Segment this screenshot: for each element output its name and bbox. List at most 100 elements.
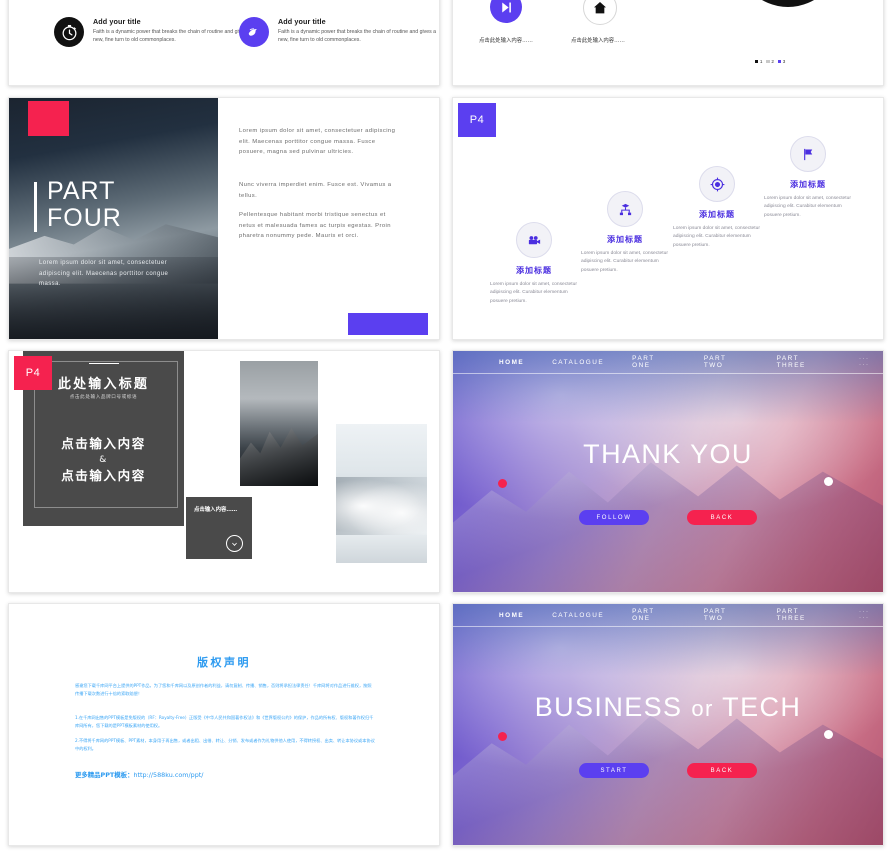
step-item[interactable]: 添加标题 Lorem ipsum dolor sit amet, consect… — [577, 191, 673, 275]
copyright-paragraph: 感谢您下载千库网平台上提供的PPT作品，为了您和千库网以及原创作者的利益，请勿复… — [75, 683, 372, 697]
slide-icon-blurbs[interactable]: Add your title Faith is a dynamic power … — [8, 0, 440, 86]
step-item[interactable]: 添加标题 Lorem ipsum dolor sit amet, consect… — [669, 166, 765, 250]
step-item[interactable]: 添加标题 Lorem ipsum dolor sit amet, consect… — [486, 222, 582, 306]
nav-item-catalogue[interactable]: CATALOGUE — [552, 359, 604, 366]
icon-caption: 点击此处输入内容…… — [479, 38, 533, 44]
org-chart-icon — [607, 191, 643, 227]
blurb-item[interactable]: Add your title Faith is a dynamic power … — [239, 17, 439, 47]
title-bar — [34, 182, 37, 232]
hero-title: BUSINESS or TECH — [453, 692, 883, 723]
pink-dot-marker — [498, 732, 507, 741]
panel-big-text: 点击输入内容 & 点击输入内容 — [23, 435, 184, 486]
slide-thumbnail-grid: Add your title Faith is a dynamic power … — [0, 0, 892, 853]
more-templates-url[interactable]: http://588ku.com/ppt/ — [133, 771, 203, 779]
part-four-title: PART FOUR — [34, 178, 122, 232]
title-line-2: FOUR — [47, 204, 122, 232]
paragraph: Nunc viverra imperdiet enim. Fusce est. … — [239, 182, 392, 199]
stopwatch-icon — [54, 17, 84, 47]
purple-accent-block — [348, 313, 428, 335]
blurb-item[interactable]: Add your title Faith is a dynamic power … — [54, 17, 263, 47]
nav-more-dots[interactable]: ··· ··· — [859, 609, 883, 621]
white-dot-marker — [824, 477, 833, 486]
slide-dark-panel[interactable]: 此处输入标题 点击此处输入品牌口号或标语 点击输入内容 & 点击输入内容 P4 … — [8, 350, 440, 593]
nav-item-part-three[interactable]: PART THREE — [777, 355, 831, 369]
title-line-1: PART — [47, 177, 116, 205]
back-button[interactable]: BACK — [687, 510, 757, 525]
nav-item-part-one[interactable]: PART ONE — [632, 608, 676, 622]
blurb-title: Add your title — [278, 17, 326, 26]
slide-part-four[interactable]: PART FOUR Lorem ipsum dolor sit amet, co… — [8, 97, 440, 340]
pink-accent-block — [28, 101, 69, 136]
panel-subheading: 点击此处输入品牌口号或标语 — [69, 395, 138, 400]
icon-caption: 点击此处输入内容…… — [571, 38, 625, 44]
home-icon[interactable] — [583, 0, 617, 25]
hero-nav[interactable]: HOME CATALOGUE PART ONE PART TWO PART TH… — [453, 604, 883, 627]
step-body: Lorem ipsum dolor sit amet, consectetur … — [764, 196, 851, 218]
hero-button-group[interactable]: START BACK — [453, 763, 883, 778]
big-line-1: 点击输入内容 — [61, 436, 146, 451]
nav-item-part-three[interactable]: PART THREE — [777, 608, 831, 622]
target-icon — [699, 166, 735, 202]
copyright-paragraph: 1.在千库网出售的PPT模板是免版权的（RF：Royalty-Free）正版受《… — [75, 715, 374, 729]
blurb-body: Faith is a dynamic power that breaks the… — [93, 29, 252, 44]
slide-icons-chart[interactable]: 点击此处输入内容…… 点击此处输入内容…… 1 2 3 — [452, 0, 884, 86]
big-line-2: 点击输入内容 — [61, 468, 146, 484]
hero-title: THANK YOU — [583, 439, 753, 469]
hand-gesture-icon — [239, 17, 269, 47]
blurb-body: Faith is a dynamic power that breaks the… — [278, 29, 437, 44]
step-body: Lorem ipsum dolor sit amet, consectetur … — [673, 226, 760, 248]
slide-thank-you[interactable]: HOME CATALOGUE PART ONE PART TWO PART TH… — [452, 350, 884, 593]
more-templates-line[interactable]: 更多精品PPT模板：http://588ku.com/ppt/ — [75, 764, 203, 782]
title-tail: TECH — [722, 692, 802, 722]
mountain-hero-background — [453, 351, 883, 592]
big-ampersand: & — [99, 454, 108, 465]
mountain-photo-tall — [240, 361, 318, 486]
slide-business-tech[interactable]: HOME CATALOGUE PART ONE PART TWO PART TH… — [452, 603, 884, 846]
page-badge: P4 — [458, 103, 496, 137]
step-body: Lorem ipsum dolor sit amet, consectetur … — [581, 251, 668, 273]
white-dot-marker — [824, 730, 833, 739]
hero-nav[interactable]: HOME CATALOGUE PART ONE PART TWO PART TH… — [453, 351, 883, 374]
part-four-subtitle: Lorem ipsum dolor sit amet, consectetuer… — [39, 260, 169, 288]
step-heading: 添加标题 — [607, 235, 643, 244]
step-item[interactable]: 添加标题 Lorem ipsum dolor sit amet, consect… — [760, 136, 856, 220]
nav-item-home[interactable]: HOME — [499, 359, 524, 366]
slide-copyright[interactable]: 版权声明 感谢您下载千库网平台上提供的PPT作品，为了您和千库网以及原创作者的利… — [8, 603, 440, 846]
title-rule — [88, 363, 119, 365]
donut-chart — [736, 0, 840, 7]
blurb-title: Add your title — [93, 17, 141, 26]
nav-item-home[interactable]: HOME — [499, 612, 524, 619]
step-body: Lorem ipsum dolor sit amet, consectetur … — [490, 282, 577, 304]
back-button[interactable]: BACK — [687, 763, 757, 778]
paragraph: Pellentesque habitant morbi tristique se… — [239, 212, 391, 240]
nav-item-part-one[interactable]: PART ONE — [632, 355, 676, 369]
play-pause-icon[interactable] — [490, 0, 522, 23]
mountain-hero-background — [453, 604, 883, 845]
slide-p4-steps[interactable]: P4 添加标题 Lorem ipsum dolor sit amet, cons… — [452, 97, 884, 340]
hero-button-group[interactable]: FOLLOW BACK — [453, 510, 883, 525]
title-conjunction: or — [691, 696, 714, 721]
clouds-photo — [336, 424, 427, 563]
arrow-down-circle-icon[interactable] — [226, 535, 243, 552]
page-badge: P4 — [14, 356, 52, 390]
follow-button[interactable]: FOLLOW — [579, 510, 649, 525]
copyright-paragraph: 2.不得将千库网的PPT模板、PPT素材，本身用于再出售，或者出租、出借、转让、… — [75, 738, 375, 752]
flag-icon — [790, 136, 826, 172]
start-button[interactable]: START — [579, 763, 649, 778]
dark-callout-card[interactable]: 点击输入内容…… — [186, 497, 252, 559]
callout-text: 点击输入内容…… — [194, 507, 238, 513]
nav-item-part-two[interactable]: PART TWO — [704, 608, 749, 622]
part-four-text-panel: Lorem ipsum dolor sit amet, consectetuer… — [228, 98, 439, 339]
paragraph: Lorem ipsum dolor sit amet, consectetuer… — [239, 128, 396, 156]
nav-item-catalogue[interactable]: CATALOGUE — [552, 612, 604, 619]
copyright-title: 版权声明 — [197, 656, 251, 669]
step-heading: 添加标题 — [699, 210, 735, 219]
legend-item: 2 — [766, 59, 774, 64]
more-templates-label: 更多精品PPT模板： — [75, 771, 134, 779]
chart-legend: 1 2 3 — [755, 59, 785, 64]
step-heading: 添加标题 — [790, 180, 826, 189]
nav-item-part-two[interactable]: PART TWO — [704, 355, 749, 369]
nav-more-dots[interactable]: ··· ··· — [859, 356, 883, 368]
step-heading: 添加标题 — [516, 266, 552, 275]
pink-dot-marker — [498, 479, 507, 488]
